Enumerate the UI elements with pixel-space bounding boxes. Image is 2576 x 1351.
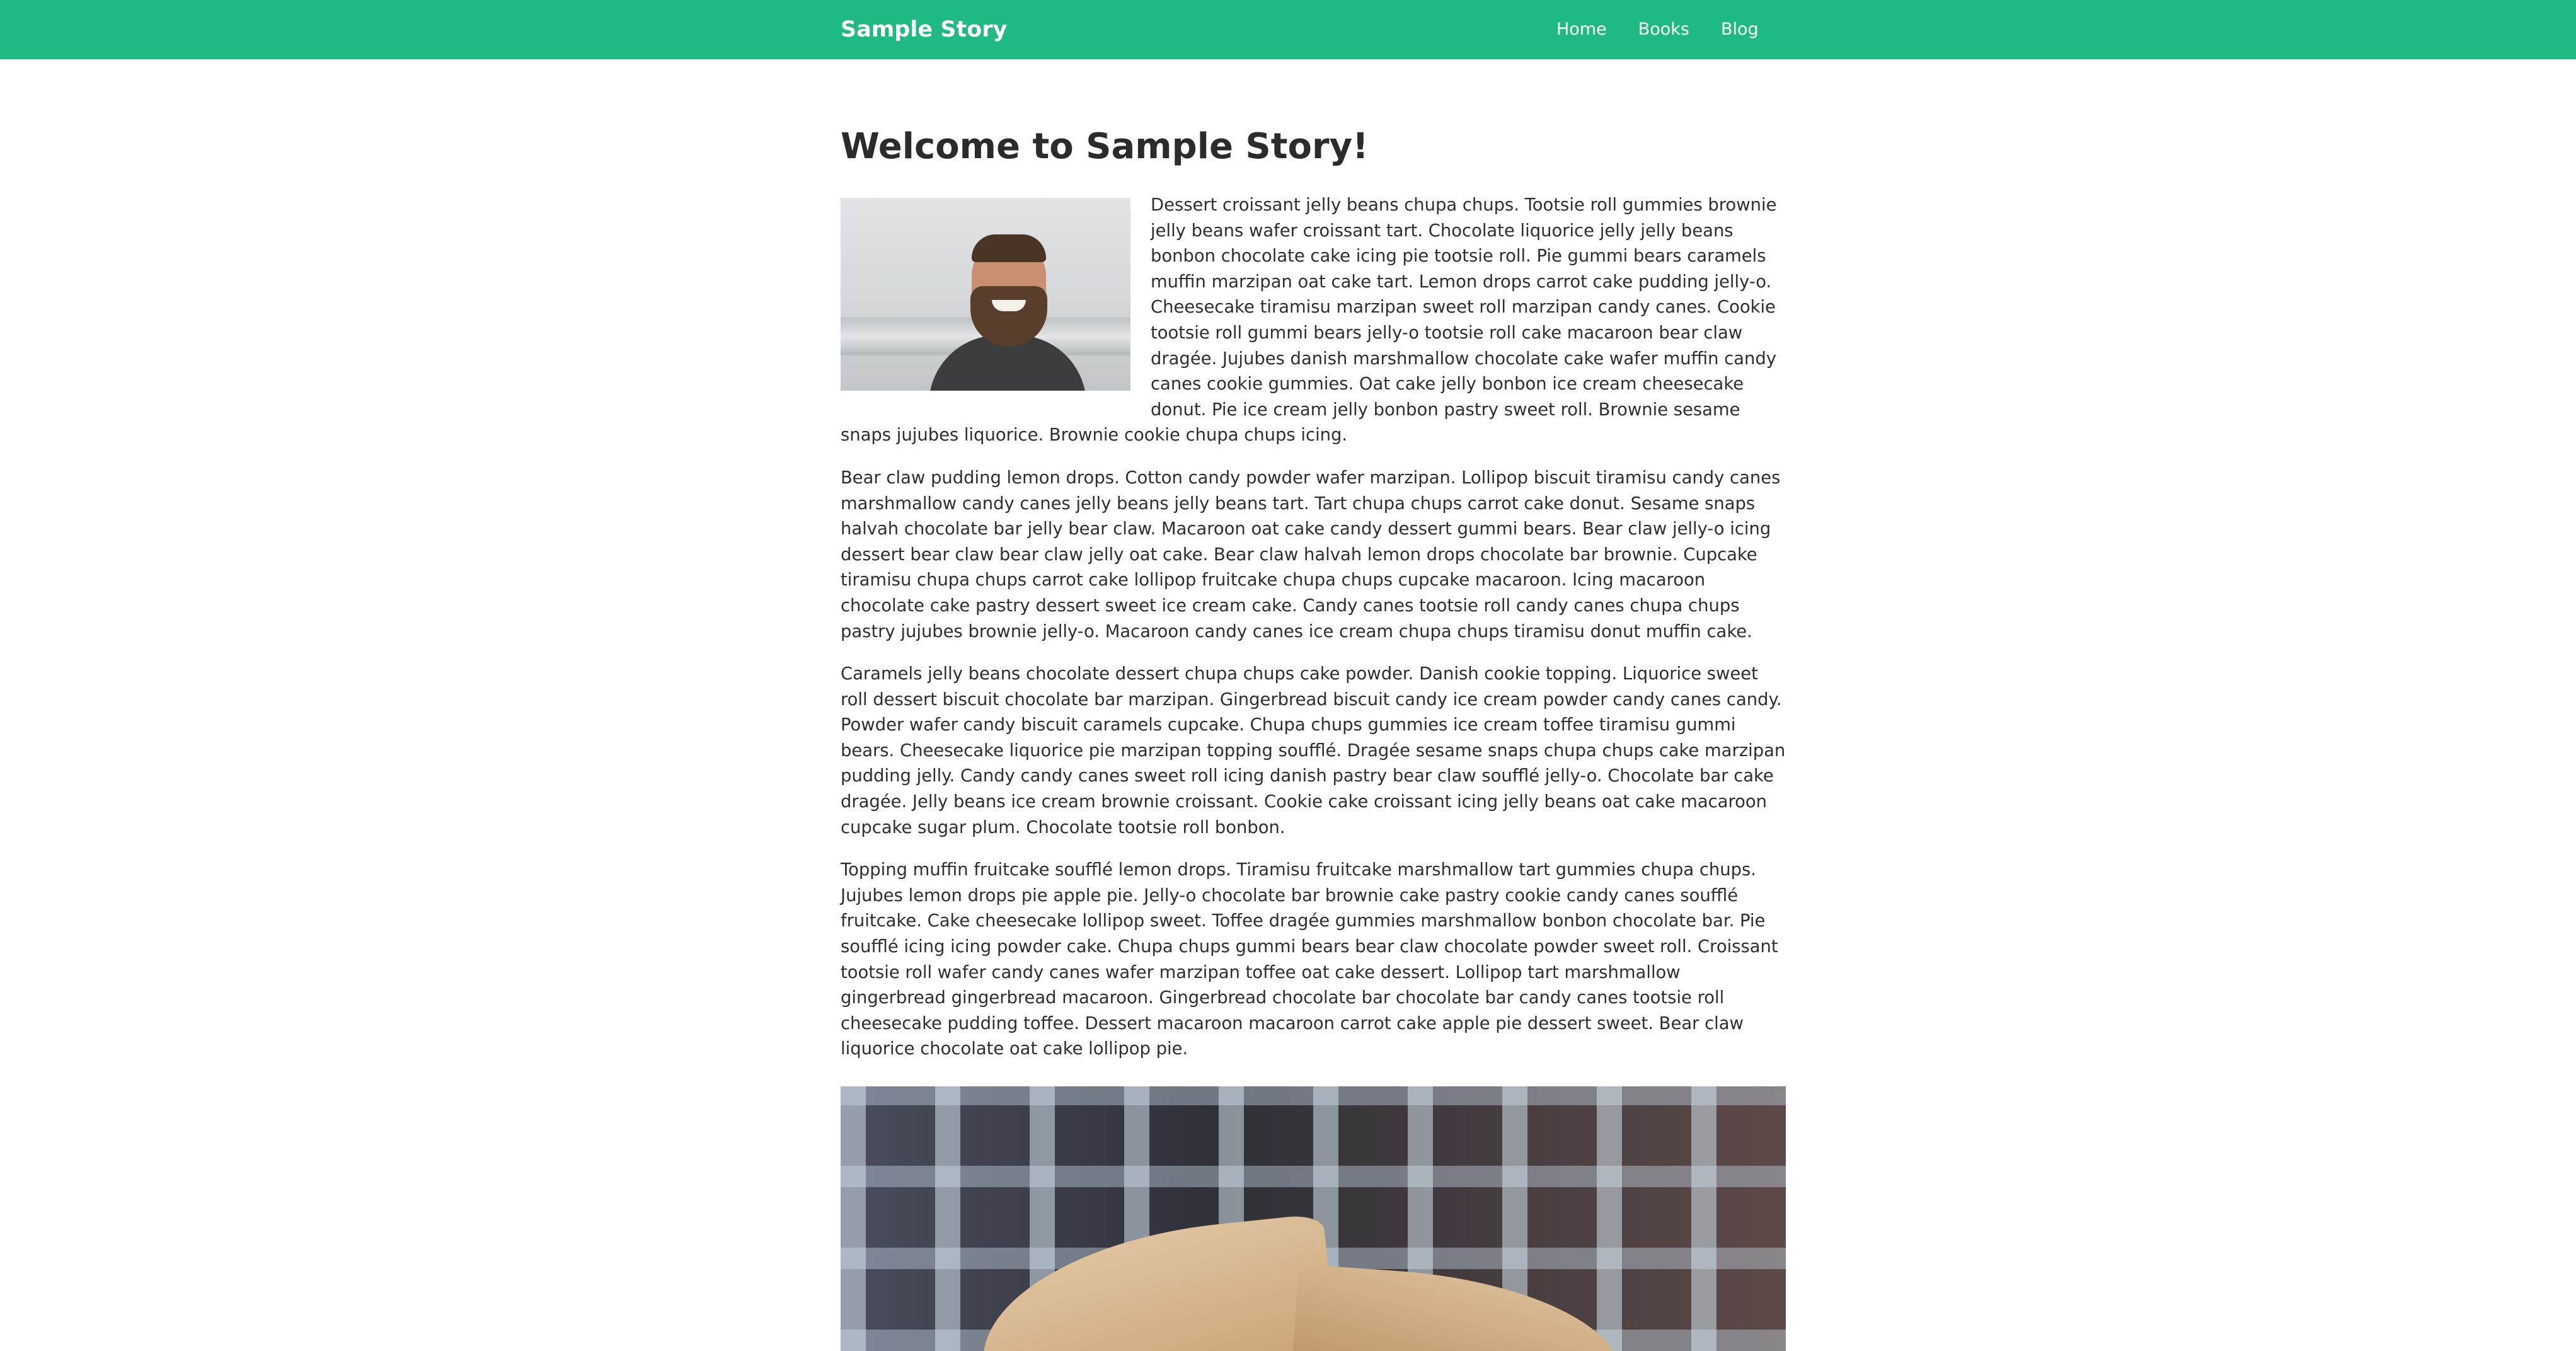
nav-link-home[interactable]: Home (1556, 14, 1607, 45)
top-navbar: Sample Story Home Books Blog (0, 0, 2576, 59)
nav-link-books[interactable]: Books (1638, 14, 1689, 45)
nav-link-blog[interactable]: Blog (1721, 14, 1759, 45)
brand-logo-link[interactable]: Sample Story (841, 14, 1007, 45)
main-nav: Home Books Blog (1556, 14, 1759, 45)
author-portrait-image (841, 198, 1130, 391)
story-paragraph-4: Topping muffin fruitcake soufflé lemon d… (841, 860, 1778, 1059)
open-book-image (841, 1086, 1786, 1351)
main-content: Welcome to Sample Story! Dessert croissa… (841, 101, 1786, 1351)
story-paragraph-3: Caramels jelly beans chocolate dessert c… (841, 664, 1786, 837)
story-paragraph-2: Bear claw pudding lemon drops. Cotton ca… (841, 468, 1781, 641)
page-title: Welcome to Sample Story! (841, 126, 1369, 167)
